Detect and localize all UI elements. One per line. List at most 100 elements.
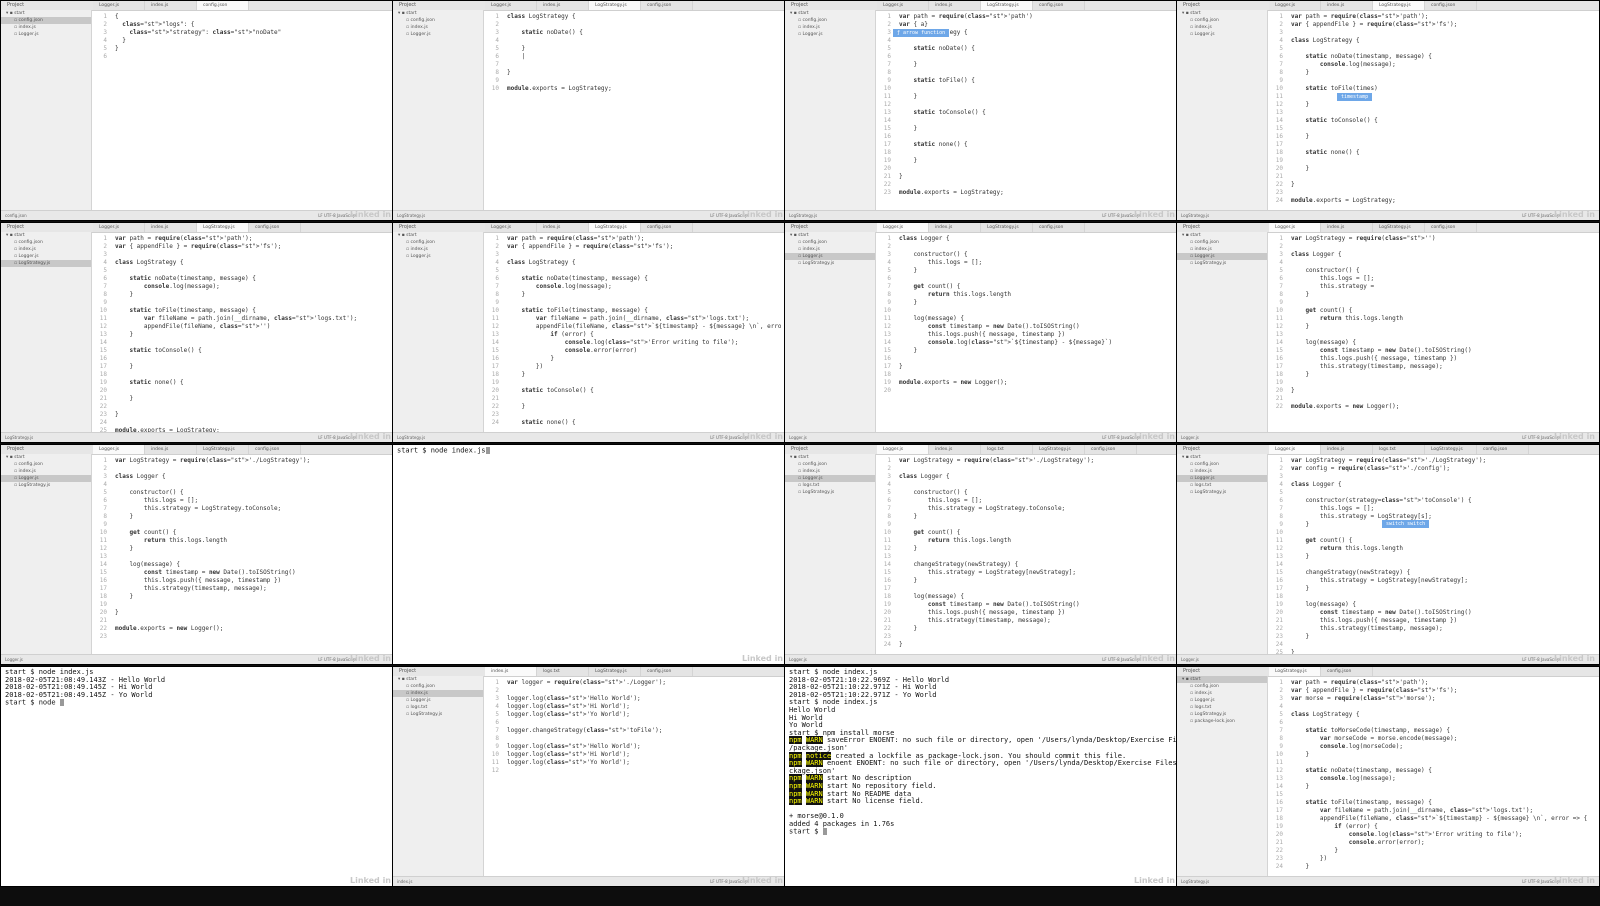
folder-start[interactable]: ▾ ▪ start [393, 676, 483, 683]
code-editor[interactable]: 1 var path = require(class="st">'path'); … [1269, 13, 1593, 210]
tab-config-json[interactable]: config.json [197, 1, 249, 10]
tree-item-logger-js[interactable]: ▫ Logger.js [1, 253, 91, 260]
tab-logger-js[interactable]: Logger.js [1269, 445, 1321, 454]
code-editor[interactable]: 1 var path = require(class="st">'path'); … [93, 235, 389, 432]
tree-item-logger-js[interactable]: ▫ Logger.js [785, 253, 875, 260]
tab-config-json[interactable]: config.json [641, 667, 693, 676]
tree-item-index-js[interactable]: ▫ index.js [785, 246, 875, 253]
tab-logger-js[interactable]: Logger.js [485, 223, 537, 232]
tab-config-json[interactable]: config.json [1425, 1, 1477, 10]
tab-config-json[interactable]: config.json [249, 445, 301, 454]
tab-index-js[interactable]: index.js [1321, 223, 1373, 232]
tab-logstrategy-js[interactable]: LogStrategy.js [1373, 1, 1425, 10]
tab-index-js[interactable]: index.js [929, 445, 981, 454]
tree-item-logstrategy-js[interactable]: ▫ LogStrategy.js [785, 260, 875, 267]
code-editor[interactable]: 1 var LogStrategy = require(class="st">'.… [1269, 457, 1593, 654]
tab-logs-txt[interactable]: logs.txt [981, 445, 1033, 454]
tree-item-index-js[interactable]: ▫ index.js [1, 468, 91, 475]
tree-item-config-json[interactable]: ▫ config.json [785, 17, 875, 24]
tree-item-logs-txt[interactable]: ▫ logs.txt [1177, 482, 1267, 489]
tab-logstrategy-js[interactable]: LogStrategy.js [197, 223, 249, 232]
tab-logger-js[interactable]: Logger.js [485, 1, 537, 10]
tab-config-json[interactable]: config.json [1425, 223, 1477, 232]
tree-item-logger-js[interactable]: ▫ Logger.js [1177, 31, 1267, 38]
tree-item-index-js[interactable]: ▫ index.js [1177, 246, 1267, 253]
folder-start[interactable]: ▾ ▪ start [785, 454, 875, 461]
tree-item-config-json[interactable]: ▫ config.json [393, 239, 483, 246]
tab-logger-js[interactable]: Logger.js [93, 1, 145, 10]
tree-item-config-json[interactable]: ▫ config.json [1177, 683, 1267, 690]
tab-config-json[interactable]: config.json [641, 223, 693, 232]
tab-logger-js[interactable]: Logger.js [1269, 1, 1321, 10]
tree-item-config-json[interactable]: ▫ config.json [393, 683, 483, 690]
tree-item-index-js[interactable]: ▫ index.js [1177, 24, 1267, 31]
tree-item-logstrategy-js[interactable]: ▫ LogStrategy.js [1177, 260, 1267, 267]
tree-item-logger-js[interactable]: ▫ Logger.js [393, 253, 483, 260]
tree-item-index-js[interactable]: ▫ index.js [393, 690, 483, 697]
tree-item-config-json[interactable]: ▫ config.json [1177, 17, 1267, 24]
tab-logstrategy-js[interactable]: LogStrategy.js [981, 1, 1033, 10]
tab-index-js[interactable]: index.js [145, 445, 197, 454]
autocomplete-popup[interactable]: timestamp [1337, 93, 1373, 101]
tab-logs-txt[interactable]: logs.txt [537, 667, 589, 676]
tab-logstrategy-js[interactable]: LogStrategy.js [197, 445, 249, 454]
tab-config-json[interactable]: config.json [1033, 223, 1085, 232]
tab-logger-js[interactable]: Logger.js [93, 223, 145, 232]
tree-item-logstrategy-js[interactable]: ▫ LogStrategy.js [1, 260, 91, 267]
terminal[interactable]: start $ node index.js [393, 445, 787, 664]
tree-item-config-json[interactable]: ▫ config.json [393, 17, 483, 24]
tab-logger-js[interactable]: Logger.js [877, 1, 929, 10]
tree-item-logstrategy-js[interactable]: ▫ LogStrategy.js [393, 711, 483, 718]
code-editor[interactable]: 1 var logger = require(class="st">'./Logg… [485, 679, 781, 876]
tree-item-config-json[interactable]: ▫ config.json [785, 239, 875, 246]
code-editor[interactable]: 1{ 2 class="st">"logs": { 3 class="st">"… [93, 13, 389, 210]
code-editor[interactable]: 1 class Logger { 2 3 constructor() { 4 th… [877, 235, 1173, 432]
code-editor[interactable]: 1 class LogStrategy { 2 3 static noDate()… [485, 13, 781, 210]
tree-item-index-js[interactable]: ▫ index.js [393, 24, 483, 31]
tab-index-js[interactable]: index.js [537, 1, 589, 10]
folder-start[interactable]: ▾ ▪ start [1, 232, 91, 239]
tab-config-json[interactable]: config.json [1085, 445, 1137, 454]
folder-start[interactable]: ▾ ▪ start [1177, 10, 1267, 17]
tree-item-index-js[interactable]: ▫ index.js [1177, 690, 1267, 697]
tree-item-config-json[interactable]: ▫ config.json [785, 461, 875, 468]
tree-item-index-js[interactable]: ▫ index.js [1, 246, 91, 253]
folder-start[interactable]: ▾ ▪ start [1, 10, 91, 17]
folder-start[interactable]: ▾ ▪ start [1177, 232, 1267, 239]
tab-config-json[interactable]: config.json [1321, 667, 1373, 676]
tree-item-logger-js[interactable]: ▫ Logger.js [1177, 475, 1267, 482]
tree-item-logger-js[interactable]: ▫ Logger.js [393, 31, 483, 38]
tree-item-index-js[interactable]: ▫ index.js [393, 246, 483, 253]
code-editor[interactable]: 1 var path = require(class="st">'path'); … [1269, 679, 1593, 876]
autocomplete-popup[interactable]: switch switch [1382, 520, 1430, 528]
tree-item-logs-txt[interactable]: ▫ logs.txt [785, 482, 875, 489]
tree-item-logger-js[interactable]: ▫ Logger.js [1, 31, 91, 38]
tree-item-logstrategy-js[interactable]: ▫ LogStrategy.js [1177, 489, 1267, 496]
tab-logs-txt[interactable]: logs.txt [1373, 445, 1425, 454]
tab-logstrategy-js[interactable]: LogStrategy.js [1373, 223, 1425, 232]
terminal[interactable]: start $ node index.js 2018-02-05T21:08:4… [1, 667, 395, 886]
tree-item-logs-txt[interactable]: ▫ logs.txt [1177, 704, 1267, 711]
tree-item-config-json[interactable]: ▫ config.json [1, 17, 91, 24]
tab-logstrategy-js[interactable]: LogStrategy.js [981, 223, 1033, 232]
tab-index-js[interactable]: index.js [485, 667, 537, 676]
tab-logger-js[interactable]: Logger.js [1269, 223, 1321, 232]
code-editor[interactable]: 1 var LogStrategy = require(class="st">'.… [877, 457, 1173, 654]
tab-index-js[interactable]: index.js [929, 223, 981, 232]
tree-item-logs-txt[interactable]: ▫ logs.txt [393, 704, 483, 711]
folder-start[interactable]: ▾ ▪ start [1177, 676, 1267, 683]
tab-config-json[interactable]: config.json [1477, 445, 1529, 454]
tab-index-js[interactable]: index.js [1321, 445, 1373, 454]
tree-item-package-lock-json[interactable]: ▫ package-lock.json [1177, 718, 1267, 725]
folder-start[interactable]: ▾ ▪ start [1177, 454, 1267, 461]
code-editor[interactable]: 1 var path = require(class="st">'path'); … [485, 235, 781, 432]
tab-index-js[interactable]: index.js [145, 223, 197, 232]
tree-item-logger-js[interactable]: ▫ Logger.js [1177, 253, 1267, 260]
tree-item-index-js[interactable]: ▫ index.js [785, 24, 875, 31]
tree-item-index-js[interactable]: ▫ index.js [785, 468, 875, 475]
tab-index-js[interactable]: index.js [929, 1, 981, 10]
tab-logger-js[interactable]: Logger.js [93, 445, 145, 454]
tree-item-config-json[interactable]: ▫ config.json [1, 461, 91, 468]
tab-logstrategy-js[interactable]: LogStrategy.js [589, 1, 641, 10]
folder-start[interactable]: ▾ ▪ start [393, 232, 483, 239]
